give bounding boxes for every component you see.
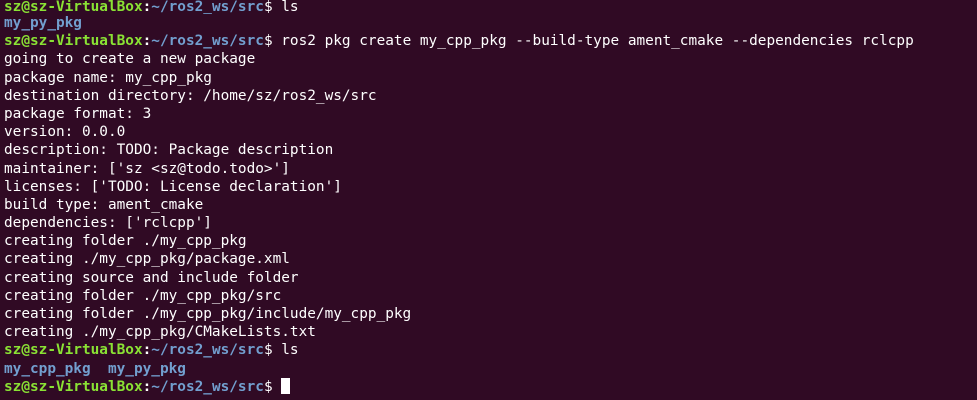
output-line: creating folder ./my_cpp_pkg/include/my_… <box>4 306 412 322</box>
output-line: version: 0.0.0 <box>4 124 126 141</box>
output-line: licenses: ['TODO: License declaration'] <box>4 178 342 195</box>
output-line: description: TODO: Package description <box>4 142 334 159</box>
output-line: dependencies: ['rclcpp'] <box>4 215 212 232</box>
output-line: maintainer: ['sz <sz@todo.todo>'] <box>4 160 290 177</box>
prompt-line: sz@sz-VirtualBox:~/ros2_ws/src$ ls <box>4 0 977 14</box>
prompt-line: sz@sz-VirtualBox:~/ros2_ws/src$ ls <box>4 341 977 359</box>
command-input[interactable] <box>273 379 282 395</box>
output-line: build type: ament_cmake <box>4 196 204 213</box>
directory-entry: my_cpp_pkg <box>4 360 91 377</box>
prompt-user-host: sz@sz-VirtualBox <box>4 0 143 14</box>
prompt-path: ~/ros2_ws/src <box>151 342 264 359</box>
prompt-path: ~/ros2_ws/src <box>151 378 264 395</box>
output-line: creating folder ./my_cpp_pkg <box>4 233 247 250</box>
prompt-user-host: sz@sz-VirtualBox <box>4 33 143 50</box>
text-cursor <box>281 377 290 394</box>
prompt-colon: : <box>142 0 152 14</box>
prompt-colon: : <box>142 378 152 395</box>
prompt-colon: : <box>142 342 152 359</box>
prompt-path: ~/ros2_ws/src <box>151 33 264 50</box>
terminal-window[interactable]: sz@sz-VirtualBox:~/ros2_ws/src$ ls my_py… <box>0 0 977 400</box>
output-line: my_cpp_pkg my_py_pkg <box>4 360 977 378</box>
prompt-user-host: sz@sz-VirtualBox <box>4 378 143 395</box>
directory-entry: my_py_pkg <box>4 15 82 31</box>
prompt-dollar: $ <box>263 342 273 359</box>
output-line: my_py_pkg <box>4 14 977 32</box>
prompt-line: sz@sz-VirtualBox:~/ros2_ws/src$ ros2 pkg… <box>4 32 977 50</box>
command-text: ros2 pkg create my_cpp_pkg --build-type … <box>272 33 914 50</box>
output-line: package format: 3 <box>4 105 152 122</box>
output-line: creating source and include folder <box>4 269 299 286</box>
prompt-dollar: $ <box>263 33 273 50</box>
prompt-dollar: $ <box>263 378 273 395</box>
prompt-path: ~/ros2_ws/src <box>151 0 264 14</box>
output-line: package name: my_cpp_pkg <box>4 69 212 86</box>
command-text: ls <box>272 0 299 14</box>
prompt-dollar: $ <box>263 0 273 14</box>
output-line: creating ./my_cpp_pkg/package.xml <box>4 251 290 268</box>
output-line: creating folder ./my_cpp_pkg/src <box>4 287 282 304</box>
command-text: ls <box>272 342 299 359</box>
output-line: destination directory: /home/sz/ros2_ws/… <box>4 87 377 104</box>
prompt-line-active[interactable]: sz@sz-VirtualBox:~/ros2_ws/src$ <box>4 377 977 396</box>
prompt-user-host: sz@sz-VirtualBox <box>4 342 143 359</box>
output-line: creating ./my_cpp_pkg/CMakeLists.txt <box>4 324 316 341</box>
output-line: going to create a new package <box>4 51 256 68</box>
prompt-colon: : <box>142 33 152 50</box>
directory-entry: my_py_pkg <box>107 360 186 377</box>
